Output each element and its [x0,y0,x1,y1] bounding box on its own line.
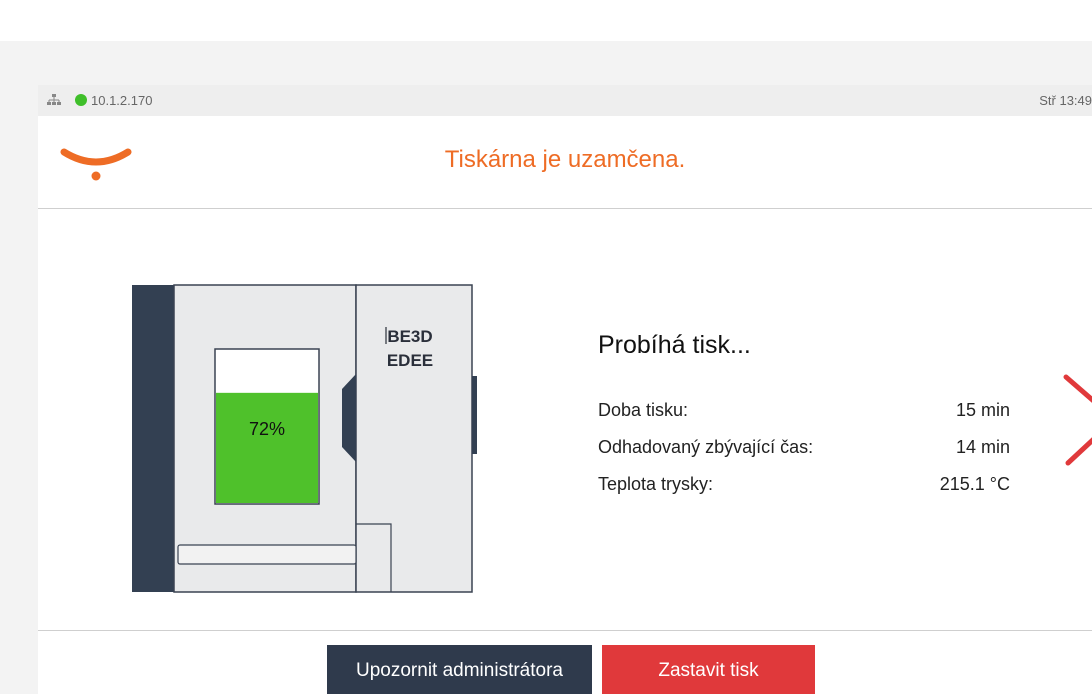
footer-divider [38,630,1092,631]
printer-door-handle [342,374,356,462]
brand-line-2: EDEE [387,351,433,370]
job-status-title: Probíhá tisk... [598,331,751,359]
header: Tiskárna je uzamčena. [38,116,1092,209]
printer-side-panel [132,285,174,592]
info-value: 15 min [955,400,1010,420]
info-row-nozzle-temp: Teplota trysky: 215.1 °C [598,474,1010,500]
network-icon [47,94,61,105]
top-blank-area [0,0,1092,41]
info-label: Odhadovaný zbývající čas: [598,437,814,457]
page-title: Tiskárna je uzamčena. [444,146,686,173]
status-bar: 10.1.2.170 Stř 13:49 [38,85,1092,116]
connection-status-dot [75,94,87,106]
brand-line-1: BE3D [387,327,432,346]
clock: Stř 13:49 [1039,93,1092,108]
info-value: 215.1 °C [939,474,1010,494]
printer-illustration: 72% BE3D EDEE [132,284,477,593]
ip-address: 10.1.2.170 [91,93,153,108]
progress-label: 72% [249,419,285,439]
info-row-remaining-time: Odhadovaný zbývající čas: 14 min [598,437,1010,463]
printer-drawer [177,544,357,565]
info-value: 14 min [955,437,1010,457]
notify-admin-button[interactable]: Upozornit administrátora [327,645,592,694]
progress-fill [216,392,318,503]
info-row-print-time: Doba tisku: 15 min [598,400,1010,426]
info-label: Teplota trysky: [598,474,714,494]
printer-side-tab [472,376,477,454]
stop-print-button[interactable]: Zastavit tisk [602,645,815,694]
cancel-icon[interactable] [1048,365,1092,475]
printer-panel: 10.1.2.170 Stř 13:49 Tiskárna je uzamčen… [38,85,1092,694]
info-label: Doba tisku: [598,400,689,420]
